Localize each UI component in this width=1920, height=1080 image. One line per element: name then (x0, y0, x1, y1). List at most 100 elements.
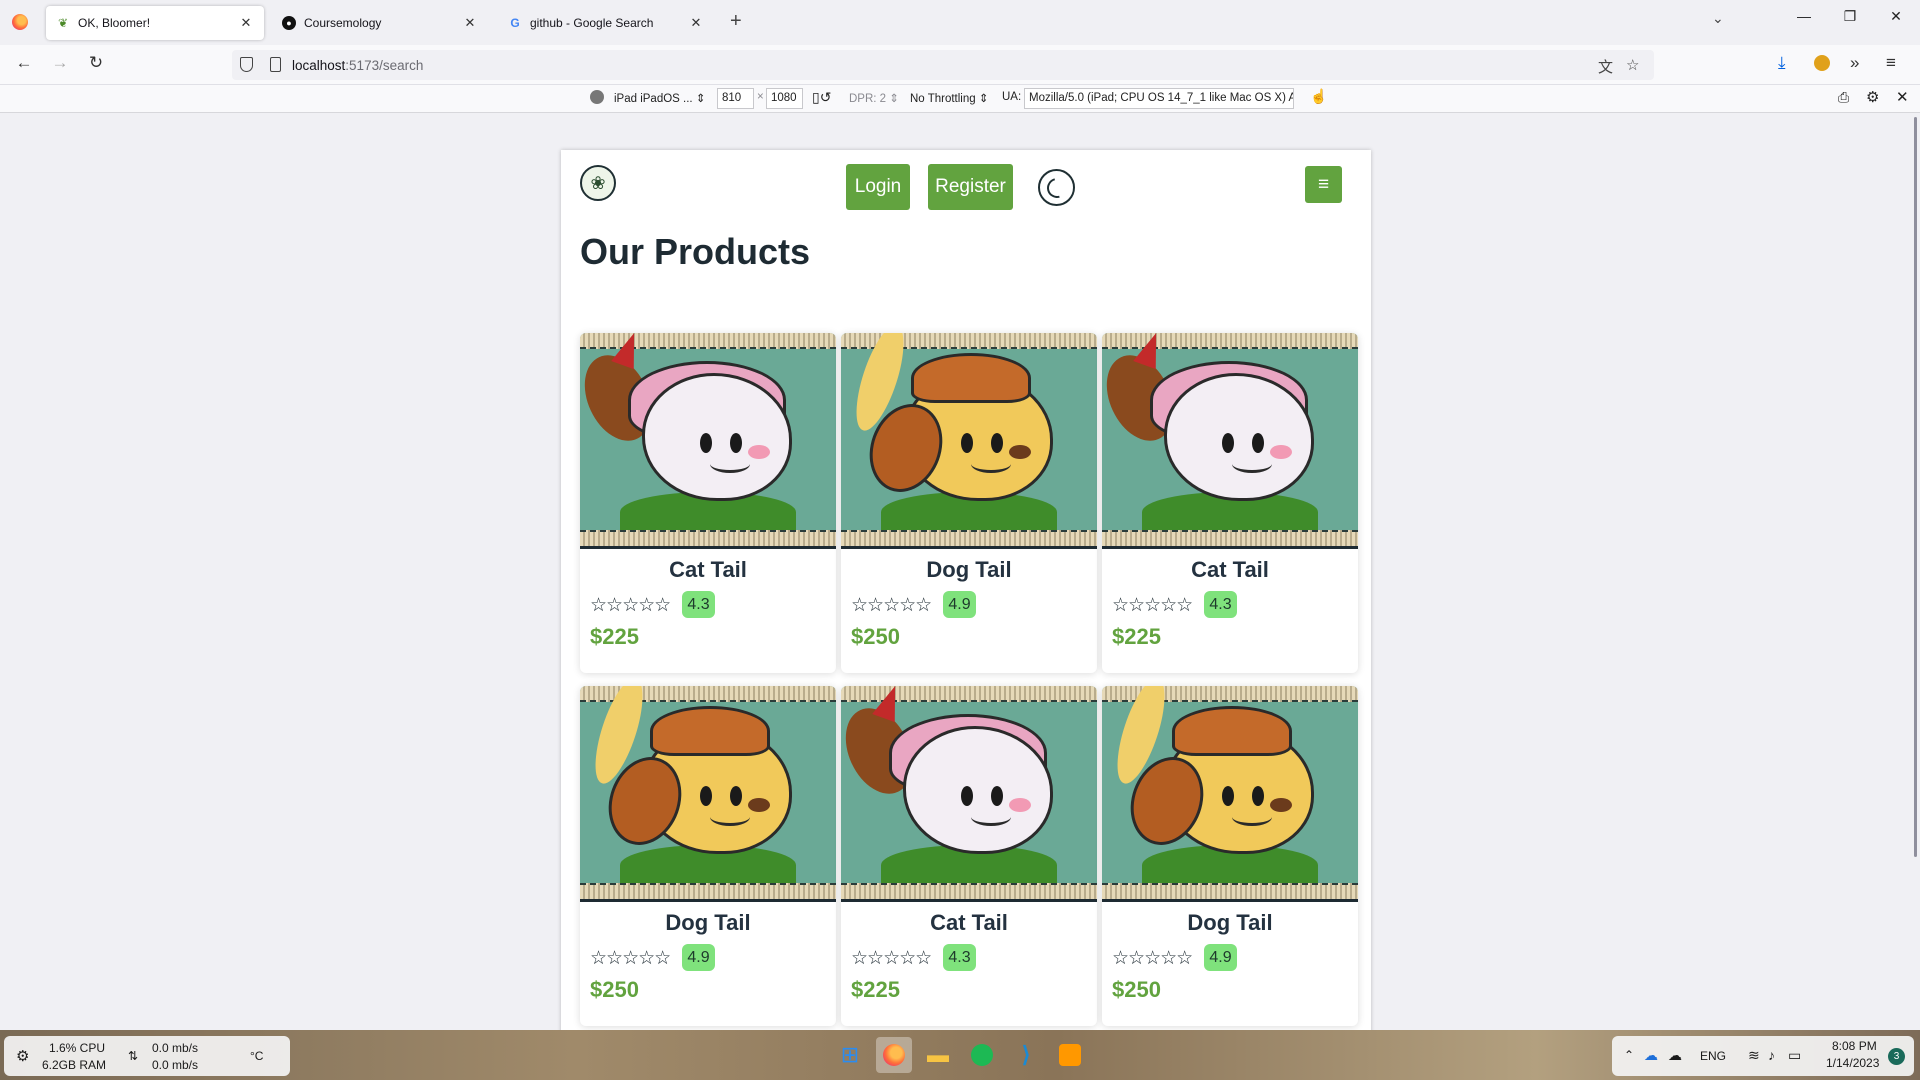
tab-title: github - Google Search (530, 16, 654, 30)
site-logo-icon[interactable]: ❀ (580, 165, 616, 201)
url-bar[interactable]: localhost:5173/search 文 ☆ (232, 50, 1654, 80)
product-name[interactable]: Cat Tail (841, 910, 1097, 936)
reload-icon[interactable]: ↻ (84, 53, 108, 73)
product-image[interactable] (580, 686, 836, 902)
tracking-protection-icon[interactable] (240, 57, 253, 72)
product-price: $250 (1112, 977, 1161, 1002)
bookmark-star-icon[interactable]: ☆ (1626, 56, 1639, 74)
product-card[interactable]: Cat Tail ☆☆☆☆☆ 4.3 $225 (1102, 333, 1358, 673)
minimize-icon[interactable]: — (1782, 8, 1826, 24)
device-name: iPad iPadOS ... (614, 93, 693, 105)
file-explorer-icon[interactable]: ▬ (920, 1037, 956, 1073)
rotate-device-icon[interactable]: ▯↺ (812, 89, 831, 106)
net-upload: 0.0 mb/s (152, 1041, 199, 1055)
settings-gear-icon[interactable]: ⚙ (1866, 88, 1879, 106)
overflow-menu-icon[interactable]: » (1850, 53, 1859, 73)
product-card[interactable]: Cat Tail ☆☆☆☆☆ 4.3 $225 (580, 333, 836, 673)
product-name[interactable]: Dog Tail (580, 910, 836, 936)
rating-badge: 4.3 (1204, 591, 1237, 618)
cpu-chip-icon: ⚙ (16, 1048, 30, 1065)
throttling-selector[interactable]: No Throttling ⇕ (910, 91, 988, 105)
product-image[interactable] (580, 333, 836, 549)
app-menu-icon[interactable]: ≡ (1886, 53, 1896, 73)
vertical-scrollbar[interactable] (1914, 117, 1917, 857)
leaf-icon: ❦ (57, 16, 69, 30)
tab-ok-bloomer[interactable]: ❦ OK, Bloomer! ✕ (46, 6, 264, 40)
temperature: °C (250, 1049, 264, 1063)
login-button[interactable]: Login (846, 164, 910, 210)
product-card[interactable]: Dog Tail ☆☆☆☆☆ 4.9 $250 (841, 333, 1097, 673)
product-name[interactable]: Cat Tail (580, 557, 836, 583)
windows-taskbar: ⚙ 1.6% CPU 6.2GB RAM ⇅ 0.0 mb/s 0.0 mb/s… (0, 1030, 1920, 1080)
spotify-icon[interactable] (964, 1037, 1000, 1073)
close-tab-icon[interactable]: ✕ (238, 15, 254, 31)
firefox-taskbar-icon[interactable] (876, 1037, 912, 1073)
tab-title: Coursemology (304, 16, 382, 30)
user-agent-input[interactable]: Mozilla/5.0 (iPad; CPU OS 14_7_1 like Ma… (1024, 88, 1294, 109)
rating-badge: 4.9 (1204, 944, 1237, 971)
onedrive-cloud-icon[interactable]: ☁ (1644, 1047, 1658, 1064)
notification-count-badge[interactable]: 3 (1888, 1048, 1905, 1065)
close-tab-icon[interactable]: ✕ (688, 15, 704, 31)
forward-icon[interactable]: → (48, 53, 72, 73)
product-name[interactable]: Dog Tail (841, 557, 1097, 583)
sublime-text-icon[interactable] (1052, 1037, 1088, 1073)
windows-start-icon[interactable]: ⊞ (832, 1037, 868, 1073)
product-name[interactable]: Cat Tail (1102, 557, 1358, 583)
dark-mode-toggle-icon[interactable] (1038, 169, 1075, 206)
language-indicator[interactable]: ENG (1700, 1049, 1726, 1063)
product-name[interactable]: Dog Tail (1102, 910, 1358, 936)
product-image[interactable] (1102, 686, 1358, 902)
url-text[interactable]: localhost:5173/search (292, 58, 423, 73)
firefox-logo-icon[interactable] (12, 14, 28, 30)
page-info-icon[interactable] (270, 57, 281, 72)
register-button[interactable]: Register (928, 164, 1013, 210)
volume-icon[interactable]: ♪ (1768, 1047, 1775, 1063)
list-all-tabs-icon[interactable]: ⌄ (1712, 10, 1724, 27)
url-host: localhost (292, 58, 346, 73)
close-rdm-icon[interactable]: ✕ (1896, 88, 1909, 106)
product-card[interactable]: Dog Tail ☆☆☆☆☆ 4.9 $250 (1102, 686, 1358, 1026)
throttling-value: No Throttling (910, 93, 976, 105)
new-tab-icon[interactable]: + (730, 10, 742, 33)
show-hidden-icons-icon[interactable]: ⌃ (1624, 1048, 1634, 1062)
product-image[interactable] (841, 686, 1097, 902)
product-image[interactable] (841, 333, 1097, 549)
system-monitor-widget[interactable]: ⚙ 1.6% CPU 6.2GB RAM ⇅ 0.0 mb/s 0.0 mb/s… (4, 1036, 290, 1076)
product-image[interactable] (1102, 333, 1358, 549)
restore-icon[interactable]: ❐ (1828, 8, 1872, 25)
close-window-icon[interactable]: ✕ (1874, 8, 1918, 25)
product-card[interactable]: Cat Tail ☆☆☆☆☆ 4.3 $225 (841, 686, 1097, 1026)
vscode-icon[interactable]: ⟩ (1008, 1037, 1044, 1073)
tab-google-search[interactable]: G github - Google Search ✕ (498, 6, 714, 40)
account-avatar-icon[interactable] (1814, 55, 1830, 71)
tab-title: OK, Bloomer! (78, 16, 151, 30)
clock-time[interactable]: 8:08 PM (1832, 1039, 1877, 1053)
rating-stars-icon: ☆☆☆☆☆ (590, 595, 671, 616)
responsive-design-toolbar: iPad iPadOS ... ⇕ 810 × 1080 ▯↺ DPR: 2 ⇕… (0, 85, 1920, 113)
rating-stars-icon: ☆☆☆☆☆ (1112, 595, 1193, 616)
battery-icon[interactable]: ▭ (1788, 1047, 1801, 1064)
back-icon[interactable]: ← (12, 53, 36, 73)
close-tab-icon[interactable]: ✕ (462, 15, 478, 31)
rating-stars-icon: ☆☆☆☆☆ (851, 595, 932, 616)
rating-stars-icon: ☆☆☆☆☆ (590, 948, 671, 969)
translate-icon[interactable]: 文 (1598, 56, 1613, 77)
rating-badge: 4.9 (682, 944, 715, 971)
network-arrows-icon: ⇅ (128, 1049, 139, 1063)
viewport-width-input[interactable]: 810 (717, 88, 754, 109)
product-card[interactable]: Dog Tail ☆☆☆☆☆ 4.9 $250 (580, 686, 836, 1026)
screenshot-icon[interactable]: ⎙ (1838, 89, 1849, 106)
product-price: $250 (590, 977, 639, 1002)
viewport-height-input[interactable]: 1080 (766, 88, 803, 109)
product-price: $225 (590, 624, 639, 649)
cloud-icon[interactable]: ☁ (1668, 1047, 1682, 1064)
menu-hamburger-button[interactable]: ≡ (1305, 166, 1342, 203)
wifi-icon[interactable]: ≋ (1748, 1047, 1760, 1064)
tab-coursemology[interactable]: ● Coursemology ✕ (272, 6, 488, 40)
dpr-selector[interactable]: DPR: 2 ⇕ (849, 91, 899, 105)
downloads-icon[interactable]: ⤓ (1778, 53, 1786, 73)
device-selector[interactable]: iPad iPadOS ... ⇕ (614, 91, 705, 105)
touch-simulation-icon[interactable]: ☝ (1310, 88, 1327, 105)
clock-date[interactable]: 1/14/2023 (1826, 1056, 1879, 1070)
